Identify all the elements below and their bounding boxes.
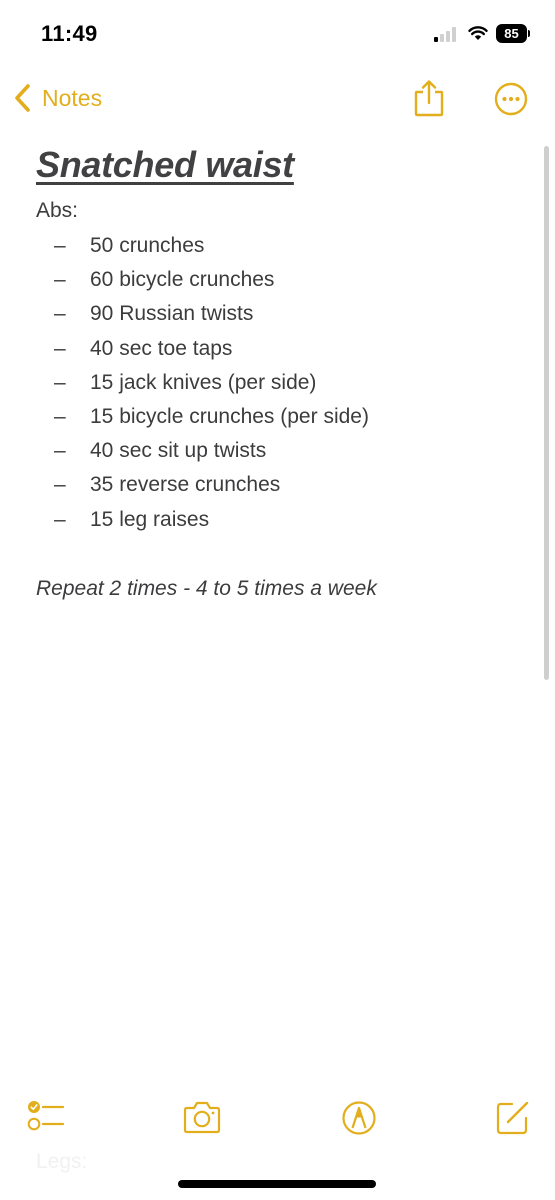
bottom-toolbar xyxy=(0,1090,555,1146)
camera-icon xyxy=(183,1101,221,1134)
markup-button[interactable] xyxy=(339,1098,379,1138)
dash-bullet: – xyxy=(54,268,66,292)
ellipsis-circle-icon[interactable] xyxy=(494,82,528,116)
list-item[interactable]: –35 reverse crunches xyxy=(36,468,516,502)
note-body[interactable]: Snatched waist Abs: –50 crunches –60 bic… xyxy=(36,142,516,603)
battery-icon: 85 xyxy=(496,24,530,43)
wifi-icon xyxy=(468,26,488,40)
compose-icon xyxy=(496,1101,529,1135)
dash-bullet: – xyxy=(54,507,66,531)
faded-section-heading: Legs: xyxy=(36,1150,88,1173)
back-button[interactable]: Notes xyxy=(12,82,102,114)
status-bar: 11:49 85 xyxy=(0,0,555,70)
list-item-text: 15 jack knives (per side) xyxy=(90,370,317,394)
home-indicator[interactable] xyxy=(178,1180,376,1188)
battery-level: 85 xyxy=(496,24,527,43)
back-label: Notes xyxy=(42,84,103,111)
list-item-text: 40 sec sit up twists xyxy=(90,439,267,463)
status-time: 11:49 xyxy=(41,21,98,46)
cellular-signal-icon xyxy=(434,27,460,42)
vertical-scrollbar[interactable] xyxy=(544,146,549,680)
dash-bullet: – xyxy=(54,234,66,257)
camera-button[interactable] xyxy=(182,1098,222,1138)
list-item[interactable]: –60 bicycle crunches xyxy=(36,263,516,297)
list-item-text: 60 bicycle crunches xyxy=(90,268,275,292)
dash-bullet: – xyxy=(54,336,66,360)
list-item-text: 50 crunches xyxy=(90,234,205,257)
markup-pen-icon xyxy=(342,1101,376,1135)
dash-bullet: – xyxy=(54,473,66,497)
chevron-left-icon xyxy=(15,84,30,112)
dash-bullet: – xyxy=(54,302,66,326)
dash-bullet: – xyxy=(54,405,66,429)
list-item[interactable]: –15 bicycle crunches (per side) xyxy=(36,400,516,434)
list-item-text: 15 bicycle crunches (per side) xyxy=(90,405,369,429)
list-item-text: 35 reverse crunches xyxy=(90,473,281,497)
dash-bullet: – xyxy=(54,439,66,463)
note-section-heading[interactable]: Abs: xyxy=(36,198,516,224)
list-item[interactable]: – 50 crunches xyxy=(36,229,516,263)
list-item-text: 15 leg raises xyxy=(90,507,210,531)
list-item[interactable]: –40 sec toe taps xyxy=(36,332,516,366)
list-item[interactable]: –40 sec sit up twists xyxy=(36,434,516,468)
share-icon[interactable] xyxy=(412,78,446,118)
note-footer-text[interactable]: Repeat 2 times - 4 to 5 times a week xyxy=(36,575,516,603)
exercise-list: –50 crunches –60 bicycle crunches –90 Ru… xyxy=(36,229,516,537)
checklist-button[interactable] xyxy=(24,1098,65,1138)
list-item-text: 40 sec toe taps xyxy=(90,336,233,360)
list-item[interactable]: –90 Russian twists xyxy=(36,297,516,331)
list-item[interactable]: –15 leg raises xyxy=(36,503,516,537)
nav-bar: Notes xyxy=(0,70,555,130)
list-item-text: 90 Russian twists xyxy=(90,302,254,326)
list-item[interactable]: –15 jack knives (per side) xyxy=(36,366,516,400)
compose-button[interactable] xyxy=(493,1098,533,1138)
checklist-icon xyxy=(27,1101,65,1131)
dash-bullet: – xyxy=(54,370,66,394)
note-title[interactable]: Snatched waist xyxy=(36,142,516,188)
